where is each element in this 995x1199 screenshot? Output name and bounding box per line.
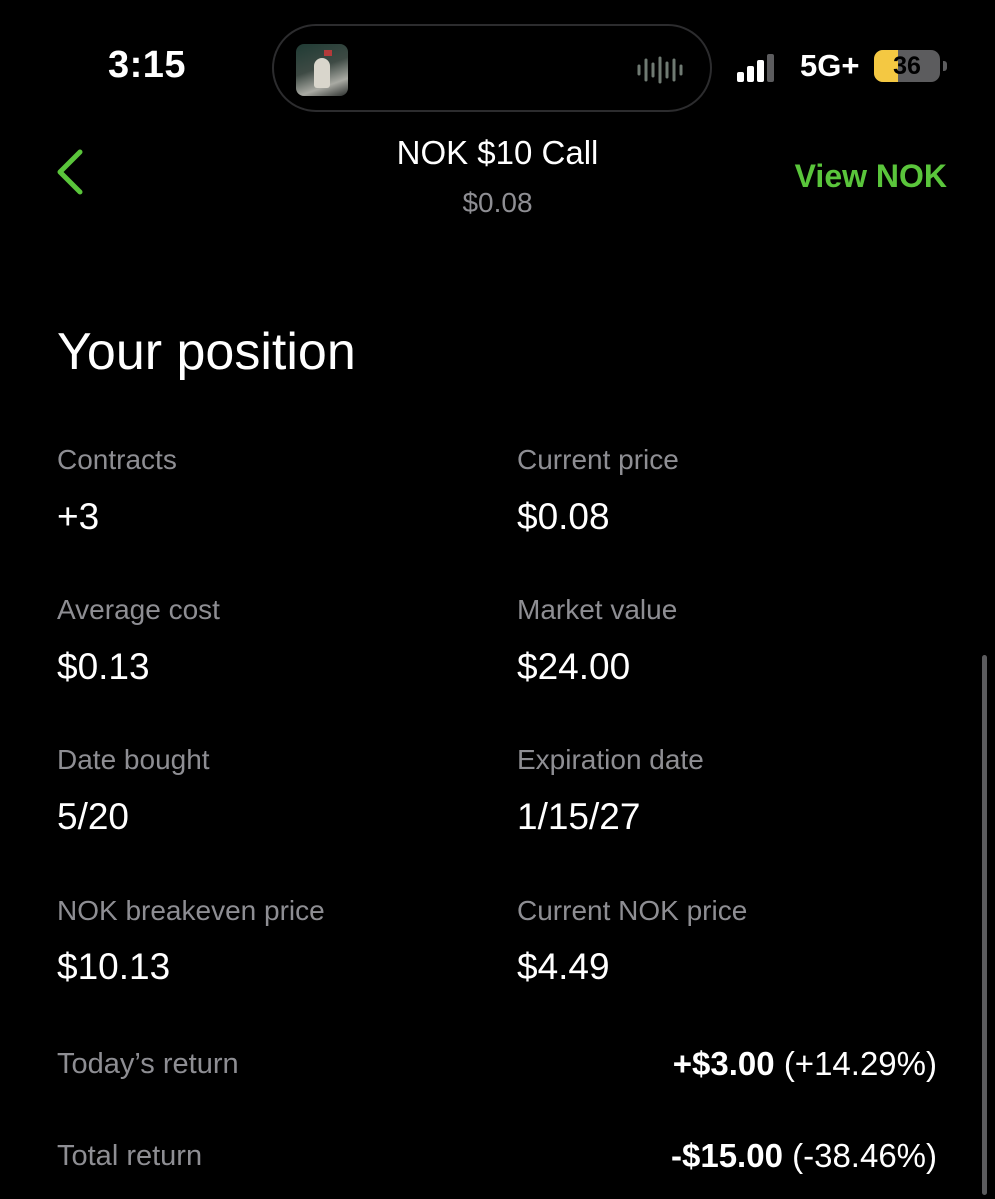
status-time: 3:15 — [108, 44, 187, 86]
total-return-label: Total return — [57, 1140, 203, 1172]
dynamic-island-now-playing[interactable] — [272, 24, 712, 112]
todays-return-value: +$3.00 (+14.29%) — [673, 1045, 937, 1083]
signal-bar — [757, 60, 764, 82]
todays-return-label: Today’s return — [57, 1048, 239, 1080]
breakeven-price-label: NOK breakeven price — [57, 895, 325, 926]
total-return-amount: -$15.00 — [671, 1137, 783, 1174]
market-value-value: $24.00 — [517, 646, 631, 687]
breakeven-price-value: $10.13 — [57, 946, 171, 987]
current-price-value: $0.08 — [517, 496, 610, 537]
signal-bar — [737, 72, 744, 82]
signal-bar — [767, 54, 774, 82]
contracts-value: +3 — [57, 496, 100, 537]
todays-return-amount: +$3.00 — [672, 1045, 775, 1082]
date-bought-value: 5/20 — [57, 796, 130, 837]
network-type: 5G+ — [800, 48, 860, 83]
date-bought-label: Date bought — [57, 744, 210, 775]
expiration-date-value: 1/15/27 — [517, 796, 641, 837]
battery-icon: 36 — [874, 50, 947, 82]
total-return-value: -$15.00 (-38.46%) — [671, 1137, 937, 1175]
current-underlying-price-label: Current NOK price — [517, 895, 748, 926]
market-value-label: Market value — [517, 594, 678, 625]
signal-bar — [747, 66, 754, 82]
scrollbar[interactable] — [982, 655, 987, 1195]
average-cost-value: $0.13 — [57, 646, 150, 687]
audio-waveform-icon — [637, 56, 683, 84]
cellular-signal-icon — [737, 54, 774, 82]
total-return-percent: (-38.46%) — [792, 1137, 937, 1174]
contracts-label: Contracts — [57, 444, 177, 475]
current-price-label: Current price — [517, 444, 679, 475]
album-art-icon[interactable] — [296, 44, 348, 96]
todays-return-percent: (+14.29%) — [783, 1045, 937, 1082]
current-underlying-price-value: $4.49 — [517, 946, 610, 987]
battery-level: 36 — [893, 52, 921, 80]
section-title: Your position — [57, 323, 356, 381]
expiration-date-label: Expiration date — [517, 744, 704, 775]
view-stock-link[interactable]: View NOK — [795, 158, 947, 195]
average-cost-label: Average cost — [57, 594, 220, 625]
